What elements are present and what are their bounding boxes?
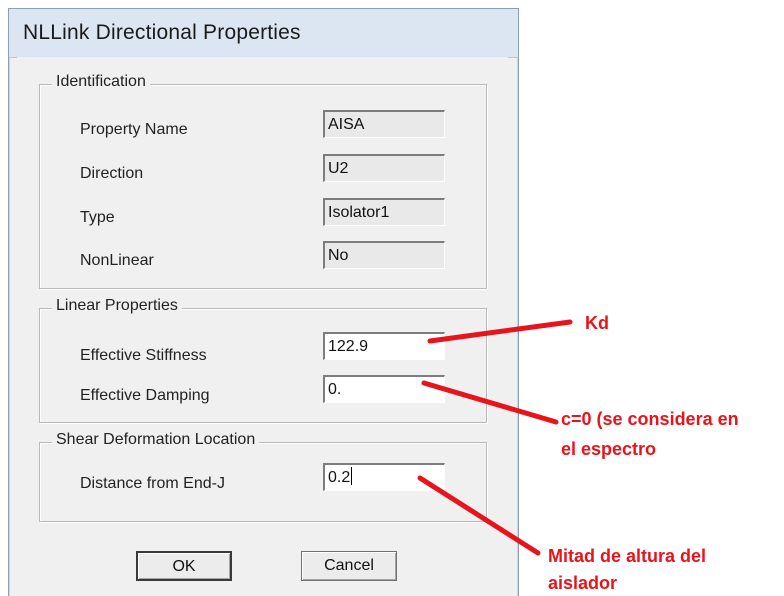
property-name-label: Property Name xyxy=(80,121,188,138)
title-bar[interactable]: NLLink Directional Properties xyxy=(9,9,518,58)
type-label: Type xyxy=(80,209,115,226)
direction-field: U2 xyxy=(323,154,445,182)
shear-deformation-legend: Shear Deformation Location xyxy=(52,431,260,449)
effective-stiffness-input[interactable]: 122.9 xyxy=(323,332,445,360)
cancel-button[interactable]: Cancel xyxy=(301,551,397,581)
direction-label: Direction xyxy=(80,165,144,182)
screenshot-root: NLLink Directional Properties Identifica… xyxy=(0,0,784,596)
kd-annotation: Kd xyxy=(585,313,609,333)
effective-stiffness-label: Effective Stiffness xyxy=(80,347,207,364)
distance-value-text: 0.2 xyxy=(328,469,351,486)
linear-properties-group: Linear Properties Effective Stiffness 12… xyxy=(39,297,487,423)
effective-damping-label: Effective Damping xyxy=(80,387,210,404)
type-field: Isolator1 xyxy=(323,198,445,226)
property-name-field: AISA xyxy=(323,110,445,138)
dialog-client-area: Identification Property Name AISA Direct… xyxy=(17,57,508,589)
text-caret xyxy=(351,467,353,485)
damping-annotation-line1: c=0 (se considera en xyxy=(561,409,739,429)
linear-properties-legend: Linear Properties xyxy=(52,297,182,315)
distance-annotation-line1: Mitad de altura del xyxy=(548,546,707,566)
distance-from-end-j-input[interactable]: 0.2 xyxy=(323,463,445,491)
distance-from-end-j-label: Distance from End-J xyxy=(80,475,225,492)
window-title: NLLink Directional Properties xyxy=(23,21,301,44)
nllink-directional-properties-dialog: NLLink Directional Properties Identifica… xyxy=(8,8,519,596)
effective-damping-input[interactable]: 0. xyxy=(323,375,445,403)
shear-deformation-group: Shear Deformation Location Distance from… xyxy=(39,431,487,522)
nonlinear-label: NonLinear xyxy=(80,252,154,269)
ok-button[interactable]: OK xyxy=(136,551,232,581)
damping-annotation-line2: el espectro xyxy=(561,439,657,459)
distance-annotation-line2: aislador xyxy=(548,573,618,593)
identification-group: Identification Property Name AISA Direct… xyxy=(39,73,487,289)
nonlinear-field: No xyxy=(323,241,445,269)
identification-legend: Identification xyxy=(52,73,150,91)
